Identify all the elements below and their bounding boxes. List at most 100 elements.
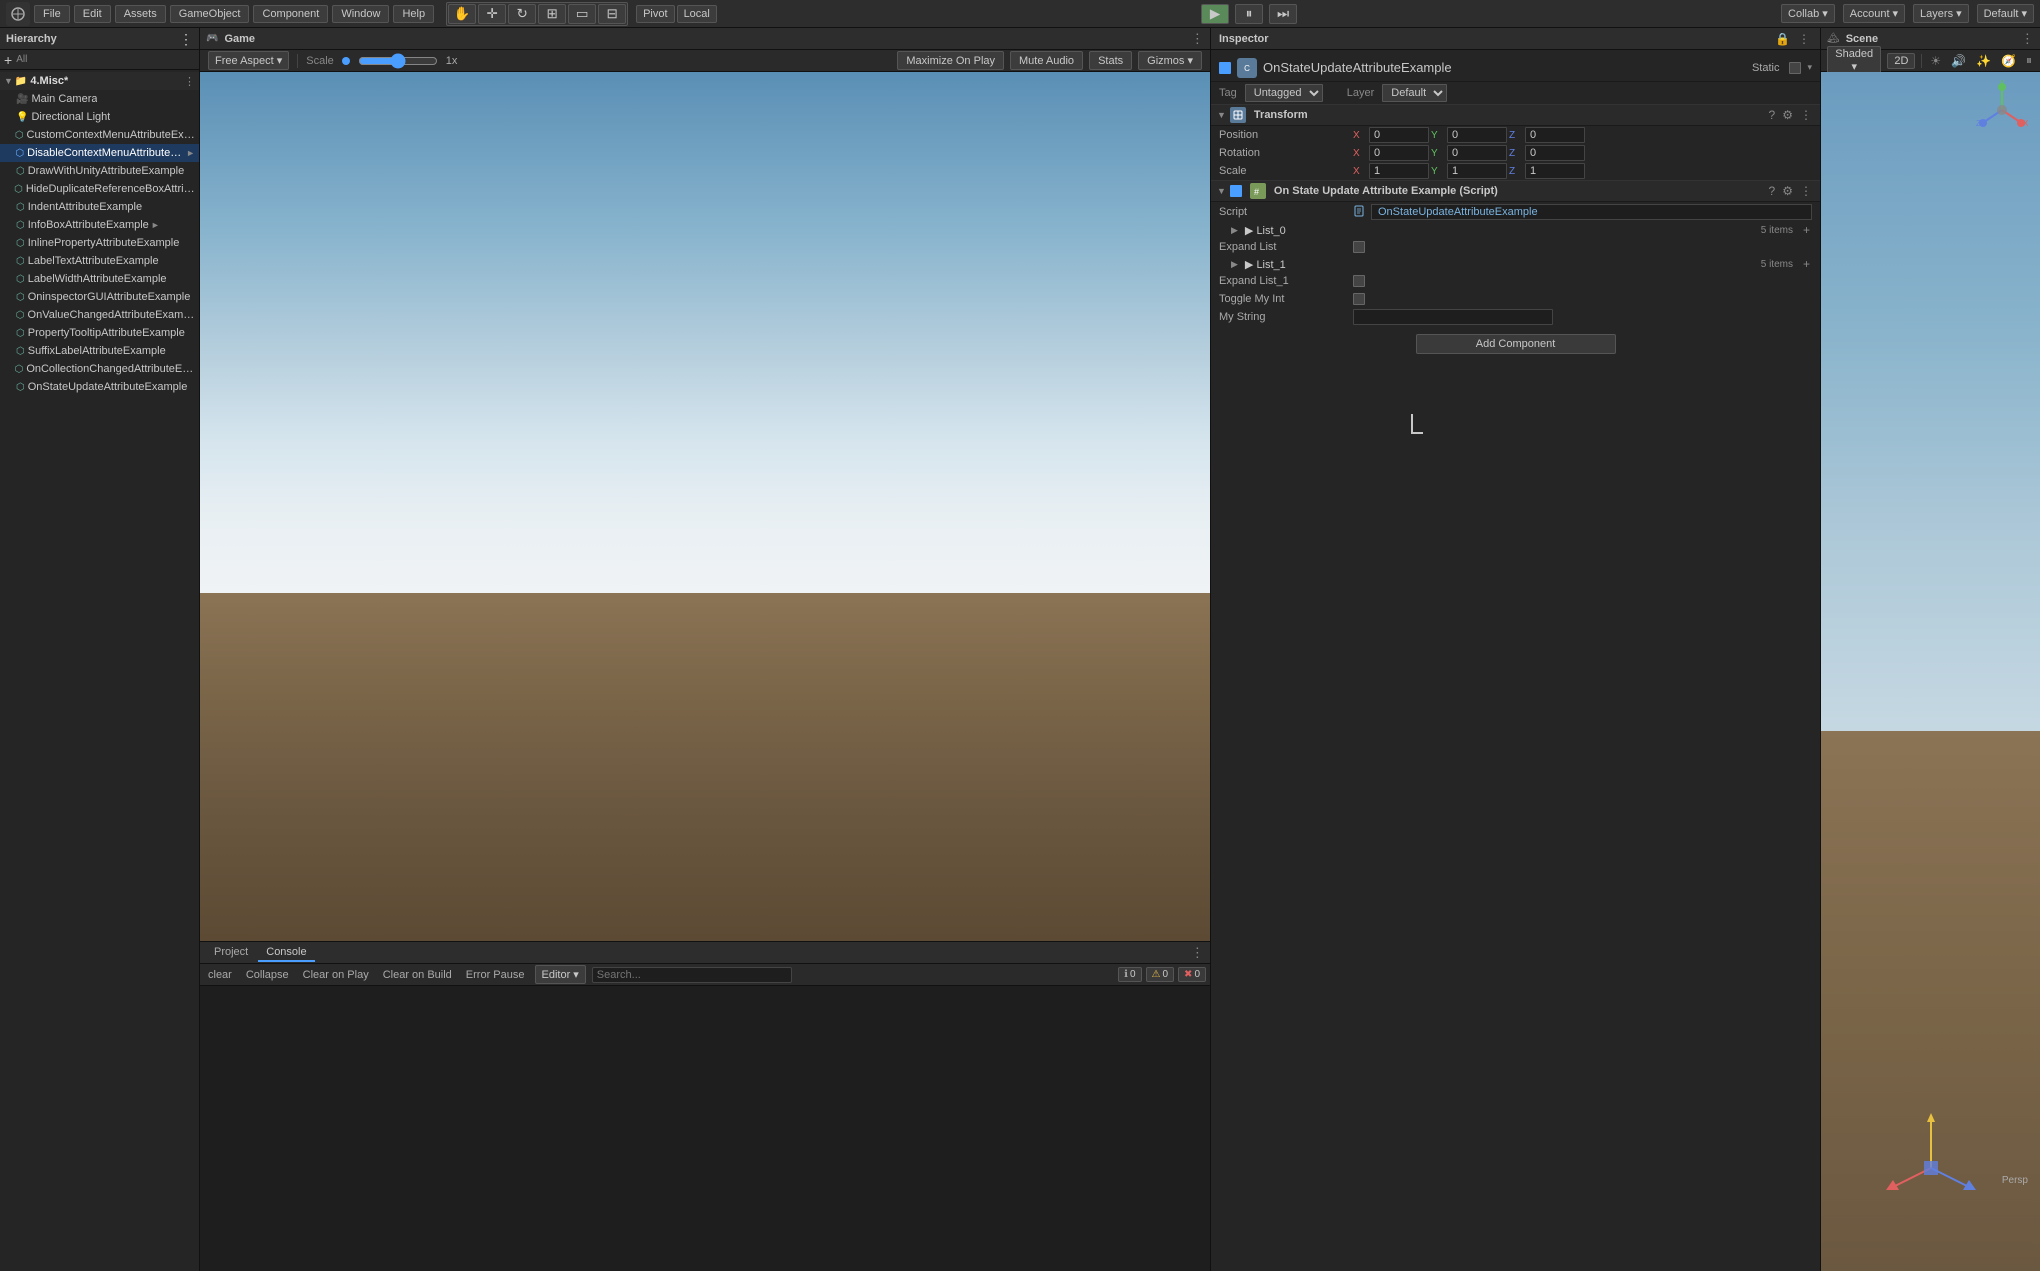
inspector-lock-btn[interactable]: 🔒	[1773, 32, 1792, 46]
tool-scale[interactable]: ⊞	[538, 4, 566, 24]
tool-rotate[interactable]: ↻	[508, 4, 536, 24]
edit-menu[interactable]: Edit	[74, 5, 111, 23]
transform-more-btn[interactable]: ⋮	[1798, 108, 1814, 122]
collapse-btn[interactable]: Collapse	[242, 968, 293, 982]
play-button[interactable]: ▶	[1201, 4, 1229, 24]
scale-slider[interactable]	[358, 53, 438, 69]
script-settings-btn[interactable]: ⚙	[1780, 184, 1795, 198]
transform-section-header[interactable]: ▼ Transform ? ⚙ ⋮	[1211, 104, 1820, 126]
inspector-menu-btn[interactable]: ⋮	[1796, 32, 1812, 46]
tag-select[interactable]: Untagged	[1245, 84, 1323, 102]
list-item[interactable]: ⬡ LabelWidthAttributeExample	[0, 270, 199, 288]
scene-audio-btn[interactable]: 🔊	[1949, 54, 1968, 68]
scale-y-field[interactable]	[1447, 163, 1507, 179]
tool-transform[interactable]: ⊟	[598, 4, 626, 24]
add-component-btn[interactable]: Add Component	[1416, 334, 1616, 354]
static-dropdown-icon[interactable]: ▾	[1807, 62, 1812, 73]
error-pause-btn[interactable]: Error Pause	[462, 968, 529, 982]
my-string-input[interactable]	[1353, 309, 1553, 325]
game-tab[interactable]: Game	[224, 33, 255, 45]
list0-add-btn[interactable]: +	[1801, 223, 1812, 237]
layers-btn[interactable]: Layers ▾	[1913, 4, 1969, 23]
expand-list-checkbox[interactable]	[1353, 241, 1365, 253]
scene-tab[interactable]: Scene	[1846, 33, 1878, 45]
list-item[interactable]: ⬡ OnValueChangedAttributeExample	[0, 306, 199, 324]
scene-view-menu-btn[interactable]: ⋮	[2021, 31, 2034, 47]
project-tab[interactable]: Project	[206, 944, 256, 962]
static-checkbox[interactable]	[1789, 62, 1801, 74]
script-checkbox[interactable]	[1230, 185, 1242, 197]
clear-on-play-btn[interactable]: Clear on Play	[299, 968, 373, 982]
list-item[interactable]: ⬡ DrawWithUnityAttributeExample	[0, 162, 199, 180]
script-more-btn[interactable]: ⋮	[1798, 184, 1814, 198]
shading-dropdown[interactable]: Shaded ▾	[1827, 46, 1881, 75]
position-z-field[interactable]	[1525, 127, 1585, 143]
scale-x-field[interactable]	[1369, 163, 1429, 179]
toggle-checkbox[interactable]	[1353, 293, 1365, 305]
hierarchy-add-btn[interactable]: ⋮	[179, 32, 193, 46]
component-menu[interactable]: Component	[253, 5, 328, 23]
list-item[interactable]: ⬡ PropertyTooltipAttributeExample	[0, 324, 199, 342]
list-item[interactable]: ⬡ SuffixLabelAttributeExample	[0, 342, 199, 360]
tool-hand[interactable]: ✋	[448, 4, 476, 24]
list-item[interactable]: 💡 Directional Light	[0, 108, 199, 126]
step-button[interactable]: ⏭	[1269, 4, 1297, 24]
gizmos-btn[interactable]: Gizmos ▾	[1138, 51, 1202, 70]
local-toggle[interactable]: Local	[677, 5, 717, 23]
tool-move[interactable]: ✛	[478, 4, 506, 24]
list-item[interactable]: ⬡ OnStateUpdateAttributeExample	[0, 378, 199, 396]
editor-dropdown[interactable]: Editor ▾	[535, 965, 586, 984]
active-checkbox[interactable]	[1219, 62, 1231, 74]
assets-menu[interactable]: Assets	[115, 5, 166, 23]
list-item[interactable]: ⬡ InlinePropertyAttributeExample	[0, 234, 199, 252]
gameobject-menu[interactable]: GameObject	[170, 5, 250, 23]
list1-add-btn[interactable]: +	[1801, 257, 1812, 271]
list-item[interactable]: ⬡ OnCollectionChangedAttributeExample	[0, 360, 199, 378]
rotation-y-field[interactable]	[1447, 145, 1507, 161]
list-item[interactable]: ⬡ OninspectorGUIAttributeExample	[0, 288, 199, 306]
console-search-input[interactable]	[592, 967, 792, 983]
aspect-dropdown[interactable]: Free Aspect ▾	[208, 51, 289, 70]
maximize-on-play-btn[interactable]: Maximize On Play	[897, 51, 1004, 70]
clear-on-build-btn[interactable]: Clear on Build	[379, 968, 456, 982]
2d-btn[interactable]: 2D	[1887, 53, 1915, 69]
scale-z-field[interactable]	[1525, 163, 1585, 179]
transform-question-btn[interactable]: ?	[1767, 108, 1778, 122]
rotation-x-field[interactable]	[1369, 145, 1429, 161]
list-item[interactable]: ⬡ HideDuplicateReferenceBoxAttributeEx..…	[0, 180, 199, 198]
hierarchy-plus-btn[interactable]: +	[4, 53, 12, 67]
list-item[interactable]: ▼ 📁 4.Misc* ⋮	[0, 72, 199, 90]
list0-row[interactable]: ▶ ▶ List_0 5 items +	[1211, 222, 1820, 238]
clear-btn[interactable]: clear	[204, 968, 236, 982]
script-question-btn[interactable]: ?	[1767, 184, 1778, 198]
collab-btn[interactable]: Collab ▾	[1781, 4, 1835, 23]
script-component-header[interactable]: ▼ # On State Update Attribute Example (S…	[1211, 180, 1820, 202]
mute-audio-btn[interactable]: Mute Audio	[1010, 51, 1083, 70]
rotation-z-field[interactable]	[1525, 145, 1585, 161]
list-item[interactable]: 🎥 Main Camera	[0, 90, 199, 108]
scene-lighting-btn[interactable]: ☀	[1928, 54, 1943, 68]
stats-btn[interactable]: Stats	[1089, 51, 1132, 70]
list-item-selected[interactable]: ⬡ DisableContextMenuAttributeEx... ►	[0, 144, 199, 162]
list1-row[interactable]: ▶ ▶ List_1 5 items +	[1211, 256, 1820, 272]
position-x-field[interactable]	[1369, 127, 1429, 143]
account-btn[interactable]: Account ▾	[1843, 4, 1905, 23]
scene-nav-btn[interactable]: 🧭	[1999, 54, 2018, 68]
expand-list1-checkbox[interactable]	[1353, 275, 1365, 287]
pause-button[interactable]: ⏸	[1235, 4, 1263, 24]
position-y-field[interactable]	[1447, 127, 1507, 143]
transform-settings-btn[interactable]: ⚙	[1780, 108, 1795, 122]
scene-pause-btn[interactable]: ⏸	[2024, 53, 2034, 68]
list-item[interactable]: ⬡ InfoBoxAttributeExample ►	[0, 216, 199, 234]
list-item[interactable]: ⬡ LabelTextAttributeExample	[0, 252, 199, 270]
console-menu-btn[interactable]: ⋮	[1191, 945, 1204, 961]
default-layout-btn[interactable]: Default ▾	[1977, 4, 2034, 23]
pivot-toggle[interactable]: Pivot	[636, 5, 674, 23]
window-menu[interactable]: Window	[332, 5, 389, 23]
game-view-menu-btn[interactable]: ⋮	[1191, 31, 1204, 47]
category-menu-btn[interactable]: ⋮	[184, 75, 195, 88]
help-menu[interactable]: Help	[393, 5, 434, 23]
list-item[interactable]: ⬡ IndentAttributeExample	[0, 198, 199, 216]
console-tab[interactable]: Console	[258, 944, 314, 962]
file-menu[interactable]: File	[34, 5, 70, 23]
